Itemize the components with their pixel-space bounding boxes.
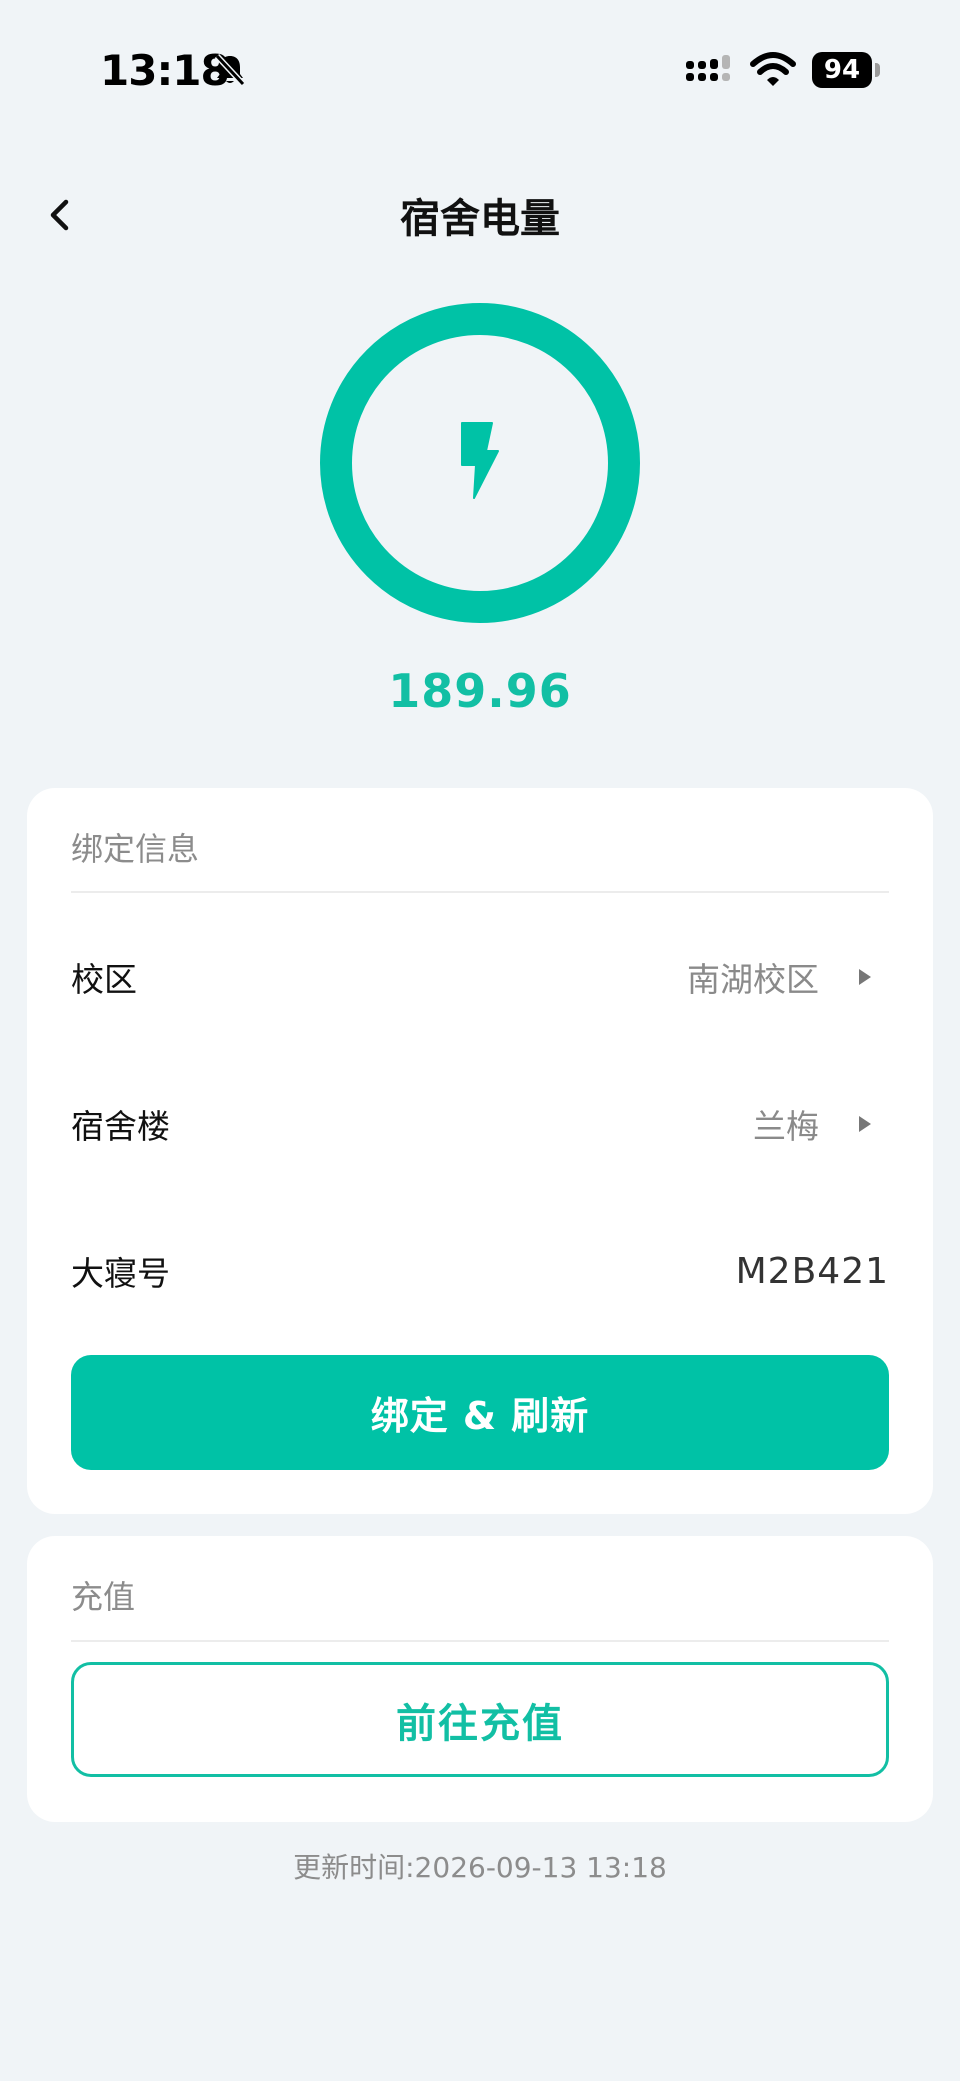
caret-right-icon xyxy=(859,1116,871,1132)
gauge-value: 189.96 xyxy=(388,664,572,718)
room-value[interactable]: M2B421 xyxy=(736,1251,889,1292)
battery-cap xyxy=(875,63,880,77)
page-title: 宿舍电量 xyxy=(400,196,560,242)
status-time: 13:18 xyxy=(100,46,230,95)
lightning-bolt-icon xyxy=(461,422,499,499)
campus-value: 南湖校区 xyxy=(687,960,819,999)
battery-icon: 94 xyxy=(812,52,872,88)
power-gauge xyxy=(320,303,640,623)
bell-slash-icon xyxy=(214,53,246,87)
building-value: 兰梅 xyxy=(753,1107,819,1146)
binding-card-header: 绑定信息 xyxy=(71,830,200,868)
building-label: 宿舍楼 xyxy=(71,1107,170,1146)
recharge-card: 充值 前往充值 xyxy=(27,1536,933,1822)
dorm-electricity-page: 13:18 94 宿舍电量 189.96 绑定信息 校区 南湖校区 宿舍楼 兰梅… xyxy=(0,0,960,2081)
status-bar: 13:18 94 xyxy=(0,0,960,140)
caret-right-icon xyxy=(859,969,871,985)
go-recharge-button[interactable]: 前往充值 xyxy=(71,1662,889,1777)
recharge-card-header: 充值 xyxy=(71,1578,136,1616)
bind-refresh-button[interactable]: 绑定 & 刷新 xyxy=(71,1355,889,1470)
campus-row[interactable]: 校区 南湖校区 xyxy=(71,947,889,1007)
room-label: 大寝号 xyxy=(71,1254,170,1293)
campus-label: 校区 xyxy=(71,960,137,999)
wifi-icon xyxy=(750,52,796,86)
binding-info-card: 绑定信息 校区 南湖校区 宿舍楼 兰梅 大寝号 M2B421 绑定 & 刷新 xyxy=(27,788,933,1514)
cellular-signal-icon xyxy=(686,55,730,81)
update-time: 更新时间:2026-09-13 13:18 xyxy=(293,1851,667,1884)
card-divider xyxy=(71,1640,889,1642)
card-divider xyxy=(71,891,889,893)
building-row[interactable]: 宿舍楼 兰梅 xyxy=(71,1094,889,1154)
room-row[interactable]: 大寝号 M2B421 xyxy=(71,1241,889,1301)
